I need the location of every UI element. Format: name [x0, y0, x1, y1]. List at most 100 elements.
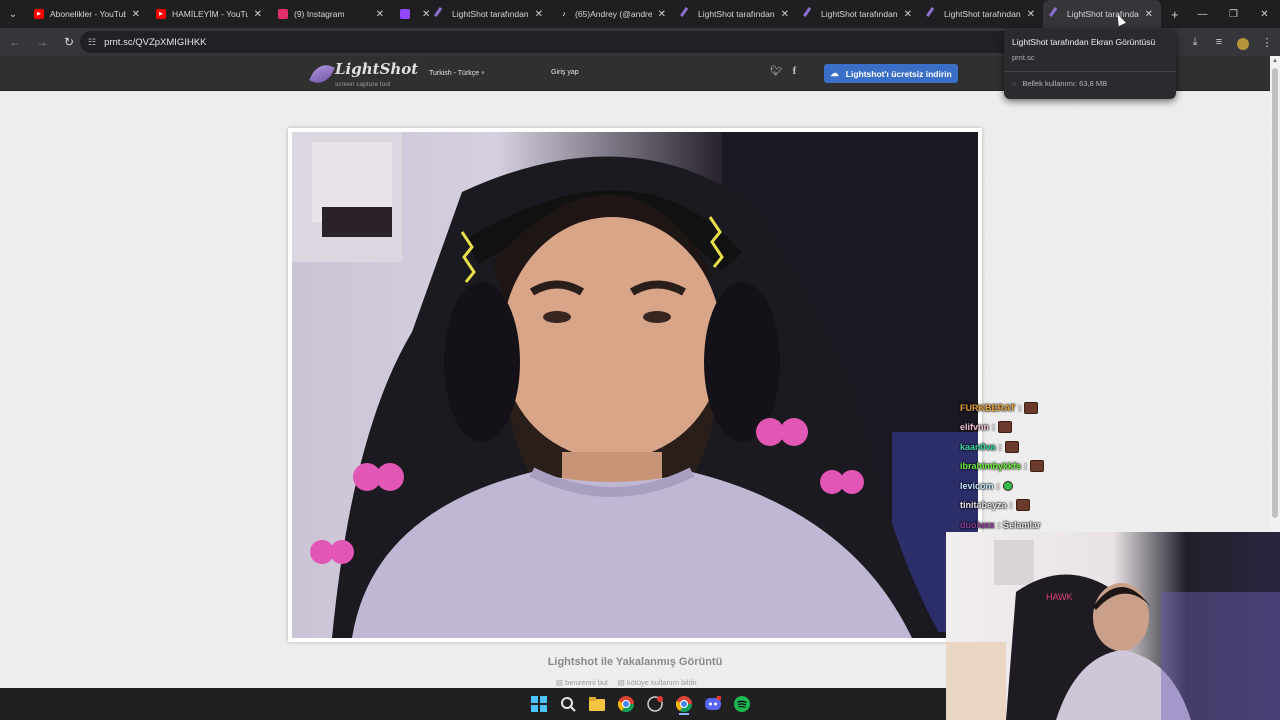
- memory-icon: ◌: [1012, 79, 1017, 88]
- report-abuse-link[interactable]: ▤ kötüye kullanım bildir: [618, 678, 697, 687]
- logo-text: LightShot: [335, 60, 419, 78]
- twitch-icon: [400, 9, 410, 19]
- chat-username: elifvnn: [960, 422, 990, 433]
- find-similar-link[interactable]: ▤ benzerini bul: [556, 678, 608, 687]
- tab-close-icon[interactable]: ✕: [254, 9, 262, 20]
- youtube-icon: ▶: [156, 9, 166, 19]
- chat-username: duoluxx: [960, 519, 995, 530]
- tab-title: LightShot tarafından: [1067, 9, 1139, 19]
- tab-title: (9) Instagram: [294, 9, 345, 19]
- reload-icon[interactable]: ↻: [57, 30, 81, 54]
- new-tab-icon[interactable]: +: [1171, 7, 1179, 22]
- chat-username: kaan0va: [960, 441, 996, 452]
- browser-tab[interactable]: LightShot tarafından ✕: [797, 0, 920, 28]
- webcam-overlay: HAWK: [946, 532, 1280, 720]
- chrome-icon[interactable]: [675, 695, 693, 713]
- chat-emote-icon: [1030, 460, 1045, 473]
- chat-text: :: [1009, 500, 1013, 511]
- chat-message: ibrahimbykkfs:: [960, 457, 1045, 477]
- chrome-icon[interactable]: [617, 695, 635, 713]
- tab-close-icon[interactable]: ✕: [1027, 9, 1035, 20]
- hover-card-memory: Bellek kullanımı: 63,8 MB: [1022, 79, 1108, 88]
- twitter-icon[interactable]: 🐦︎: [770, 66, 783, 77]
- discord-icon[interactable]: [704, 695, 722, 713]
- download-lightshot-button[interactable]: ☁ Lightshot'ı ücretsiz indirin: [824, 64, 958, 83]
- tab-title: LightShot tarafından: [821, 9, 898, 19]
- chat-emote-icon: [1024, 401, 1039, 414]
- chat-message: levicom:: [960, 476, 1044, 496]
- browser-tab[interactable]: LightShot tarafından ✕: [428, 0, 551, 28]
- youtube-icon: ▶: [34, 9, 44, 19]
- search-icon[interactable]: [559, 695, 577, 713]
- app-icon[interactable]: [646, 695, 664, 713]
- lightshot-icon: [1049, 7, 1063, 21]
- restore-icon[interactable]: ❐: [1218, 0, 1249, 28]
- tiktok-icon: ♪: [562, 10, 566, 18]
- tab-title: LightShot tarafından: [944, 9, 1021, 19]
- menu-icon[interactable]: ⋮: [1260, 32, 1274, 52]
- lightshot-icon: [680, 7, 694, 21]
- tab-close-icon[interactable]: ✕: [781, 9, 789, 20]
- media-icon[interactable]: ≡: [1212, 32, 1226, 52]
- language-selector[interactable]: Turkish - Türkçe ▾: [429, 69, 485, 77]
- minimize-icon[interactable]: —: [1187, 0, 1218, 28]
- tab-close-icon[interactable]: ✕: [535, 9, 543, 20]
- download-icon[interactable]: ⤓: [1188, 32, 1202, 52]
- instagram-icon: [278, 9, 288, 19]
- browser-tab[interactable]: ✕: [392, 0, 430, 28]
- browser-tab[interactable]: ♪ (65)Andrey (@andrey ✕: [551, 0, 674, 28]
- browser-tab[interactable]: (9) Instagram ✕: [270, 0, 392, 28]
- chat-text: :: [1024, 461, 1028, 472]
- lightshot-logo[interactable]: LightShot screen capture tool: [309, 60, 419, 93]
- screenshot-frame: [288, 128, 982, 642]
- tab-close-icon[interactable]: ✕: [904, 9, 912, 20]
- extension-icon[interactable]: [1236, 32, 1250, 52]
- chat-username: FURKBERAT: [960, 402, 1016, 413]
- tab-close-icon[interactable]: ✕: [376, 9, 384, 20]
- browser-tab[interactable]: ▶ HAMİLEYİM - YouTube ✕: [148, 0, 270, 28]
- scrollbar-thumb[interactable]: [1272, 68, 1278, 518]
- tab-close-icon[interactable]: ✕: [658, 9, 666, 20]
- chat-message: kaan0va:: [960, 437, 1044, 457]
- chat-username: ibrahimbykkfs: [960, 461, 1022, 472]
- login-link[interactable]: Giriş yap: [551, 69, 579, 76]
- hover-card-title: LightShot tarafından Ekran Görüntüsü: [1012, 37, 1156, 47]
- svg-text:HAWK: HAWK: [1046, 592, 1073, 602]
- lightshot-icon: [803, 7, 817, 21]
- hover-card-domain: prnt.sc: [1012, 53, 1035, 62]
- lightshot-icon: [926, 7, 940, 21]
- facebook-icon[interactable]: f: [793, 66, 796, 77]
- browser-tab[interactable]: LightShot tarafından ✕: [674, 0, 797, 28]
- forward-icon[interactable]: →: [30, 30, 54, 54]
- tab-close-icon[interactable]: ✕: [132, 9, 140, 20]
- chat-text: :: [992, 422, 996, 433]
- stream-chat-overlay: FURKBERAT: elifvnn: kaan0va: ibrahimbykkfs:…: [960, 398, 1045, 535]
- window-controls: — ❐ ✕: [1187, 0, 1280, 28]
- tab-title: LightShot tarafından: [452, 9, 529, 19]
- cloud-download-icon: ☁: [830, 68, 839, 78]
- windows-start-icon[interactable]: [530, 695, 548, 713]
- chat-text: : Selamlar: [997, 519, 1041, 530]
- screenshot-image[interactable]: [292, 132, 978, 638]
- tab-search-chevron-icon[interactable]: ⌄: [0, 0, 26, 28]
- chat-username: levicom: [960, 480, 994, 491]
- file-explorer-icon[interactable]: [588, 695, 606, 713]
- lightshot-icon: [434, 7, 448, 21]
- browser-tab[interactable]: ▶ Abonelikler - YouTube ✕: [26, 0, 148, 28]
- chat-emote-icon: [1015, 499, 1030, 512]
- chat-emote-icon: [1002, 480, 1013, 491]
- browser-tab[interactable]: LightShot tarafından ✕: [920, 0, 1043, 28]
- tab-title: LightShot tarafından: [698, 9, 775, 19]
- tab-close-icon[interactable]: ✕: [1145, 9, 1153, 20]
- browser-tab[interactable]: LightShot tarafından ✕: [1043, 0, 1161, 28]
- tab-title: HAMİLEYİM - YouTube: [172, 9, 248, 19]
- chat-text: :: [1018, 402, 1022, 413]
- chat-text: :: [996, 480, 1000, 491]
- close-window-icon[interactable]: ✕: [1249, 0, 1280, 28]
- tab-title: Abonelikler - YouTube: [50, 9, 126, 19]
- spotify-icon[interactable]: [733, 695, 751, 713]
- url-text: prnt.sc/QVZpXMIGIHKK: [104, 36, 207, 48]
- feather-icon: [309, 60, 335, 88]
- site-info-icon[interactable]: ☷: [88, 37, 96, 48]
- back-icon[interactable]: ←: [3, 30, 27, 54]
